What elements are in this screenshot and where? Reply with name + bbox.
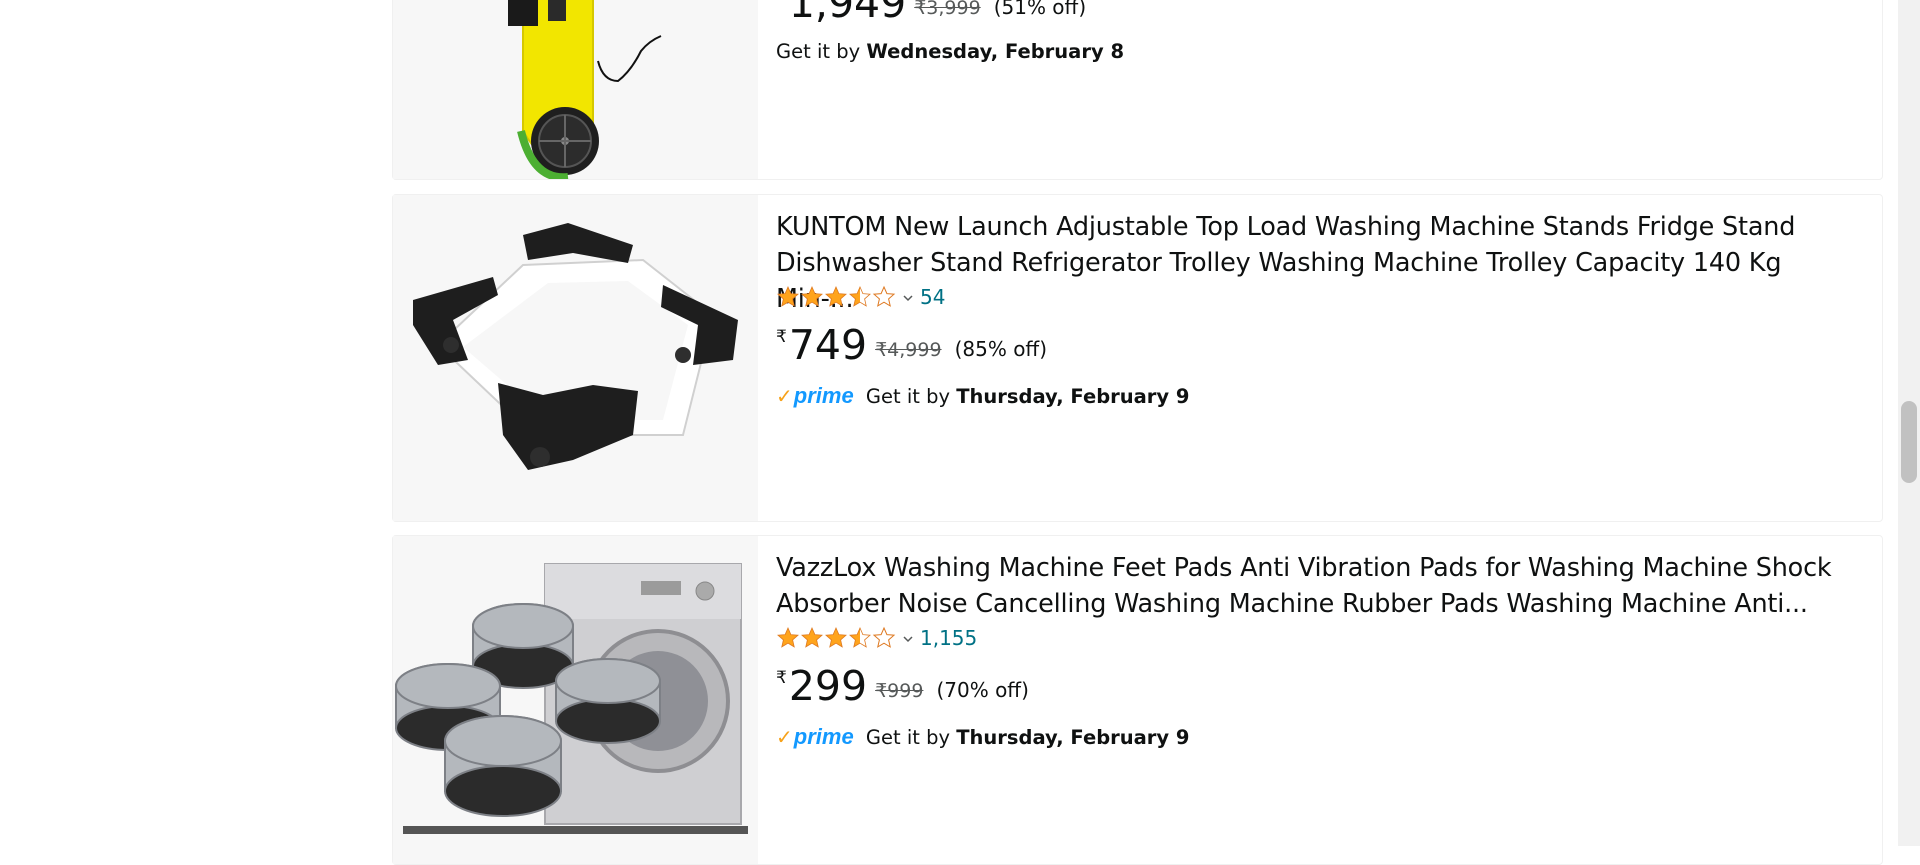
star-empty-icon <box>872 285 896 307</box>
portable-washer-image <box>508 0 662 179</box>
star-half-icon <box>849 627 871 648</box>
currency-symbol: ₹ <box>776 327 787 347</box>
star-full-icon <box>777 286 799 307</box>
price[interactable]: ₹ 299 ₹999 (70% off) <box>776 664 1029 708</box>
review-count-link[interactable]: 54 <box>920 285 945 309</box>
rating[interactable]: 1,155 <box>776 624 977 652</box>
product-card[interactable]: VazzLox Washing Machine Feet Pads Anti V… <box>392 535 1883 865</box>
prime-label: prime <box>793 383 854 408</box>
star-empty-icon <box>872 626 896 648</box>
discount: (85% off) <box>954 337 1048 361</box>
delivery-date: Thursday, February 9 <box>956 726 1190 749</box>
scrollbar[interactable] <box>1898 0 1920 846</box>
star-full-icon <box>825 286 847 307</box>
currency-symbol: ₹ <box>776 0 787 5</box>
chevron-down-icon[interactable] <box>902 633 914 645</box>
price-value: 299 <box>788 662 868 710</box>
price-value: 1,949 <box>788 0 907 27</box>
discount: (70% off) <box>936 678 1029 702</box>
star-half-icon <box>849 286 871 307</box>
prime-check-icon: ✓ <box>776 725 793 749</box>
rating[interactable]: 54 <box>776 283 945 311</box>
list-price: ₹4,999 <box>875 339 942 361</box>
delivery-date: Thursday, February 9 <box>956 385 1190 408</box>
prime-label: prime <box>793 724 854 749</box>
delivery-prefix: Get it by <box>865 726 951 749</box>
star-rating[interactable] <box>776 285 896 309</box>
delivery-date: Wednesday, February 8 <box>866 40 1125 63</box>
currency-symbol: ₹ <box>776 668 787 688</box>
price[interactable]: ₹ 749 ₹4,999 (85% off) <box>776 323 1047 367</box>
star-full-icon <box>777 627 799 648</box>
delivery-prefix: Get it by <box>865 385 951 408</box>
prime-check-icon: ✓ <box>776 384 793 408</box>
delivery-info: ✓ prime Get it by Thursday, February 9 <box>776 722 1196 753</box>
price[interactable]: ₹ 1,949 ₹3,999 (51% off) <box>776 0 1086 25</box>
product-image[interactable] <box>393 536 758 864</box>
star-full-icon <box>801 286 823 307</box>
list-price: ₹3,999 <box>914 0 981 19</box>
star-full-icon <box>801 627 823 648</box>
prime-badge: ✓ prime <box>776 381 854 411</box>
product-image[interactable] <box>393 0 758 179</box>
star-rating[interactable] <box>776 626 896 650</box>
delivery-info: Get it by Wednesday, February 8 <box>776 37 1124 67</box>
review-count-link[interactable]: 1,155 <box>920 626 977 650</box>
chevron-down-icon[interactable] <box>902 292 914 304</box>
list-price: ₹999 <box>875 680 924 702</box>
product-title[interactable]: VazzLox Washing Machine Feet Pads Anti V… <box>776 550 1836 622</box>
product-card[interactable]: KUNTOM New Launch Adjustable Top Load Wa… <box>392 194 1883 522</box>
product-card[interactable]: ₹ 1,949 ₹3,999 (51% off) Get it by Wedne… <box>392 0 1883 180</box>
discount: (51% off) <box>993 0 1087 19</box>
product-image[interactable] <box>393 195 758 521</box>
delivery-prefix: Get it by <box>776 40 861 63</box>
star-full-icon <box>825 627 847 648</box>
machine-stand-image <box>413 223 738 470</box>
price-value: 749 <box>788 321 868 369</box>
scrollbar-thumb[interactable] <box>1901 401 1917 483</box>
feet-pads-image <box>395 563 748 834</box>
prime-badge: ✓ prime <box>776 722 854 752</box>
delivery-info: ✓ prime Get it by Thursday, February 9 <box>776 381 1196 412</box>
